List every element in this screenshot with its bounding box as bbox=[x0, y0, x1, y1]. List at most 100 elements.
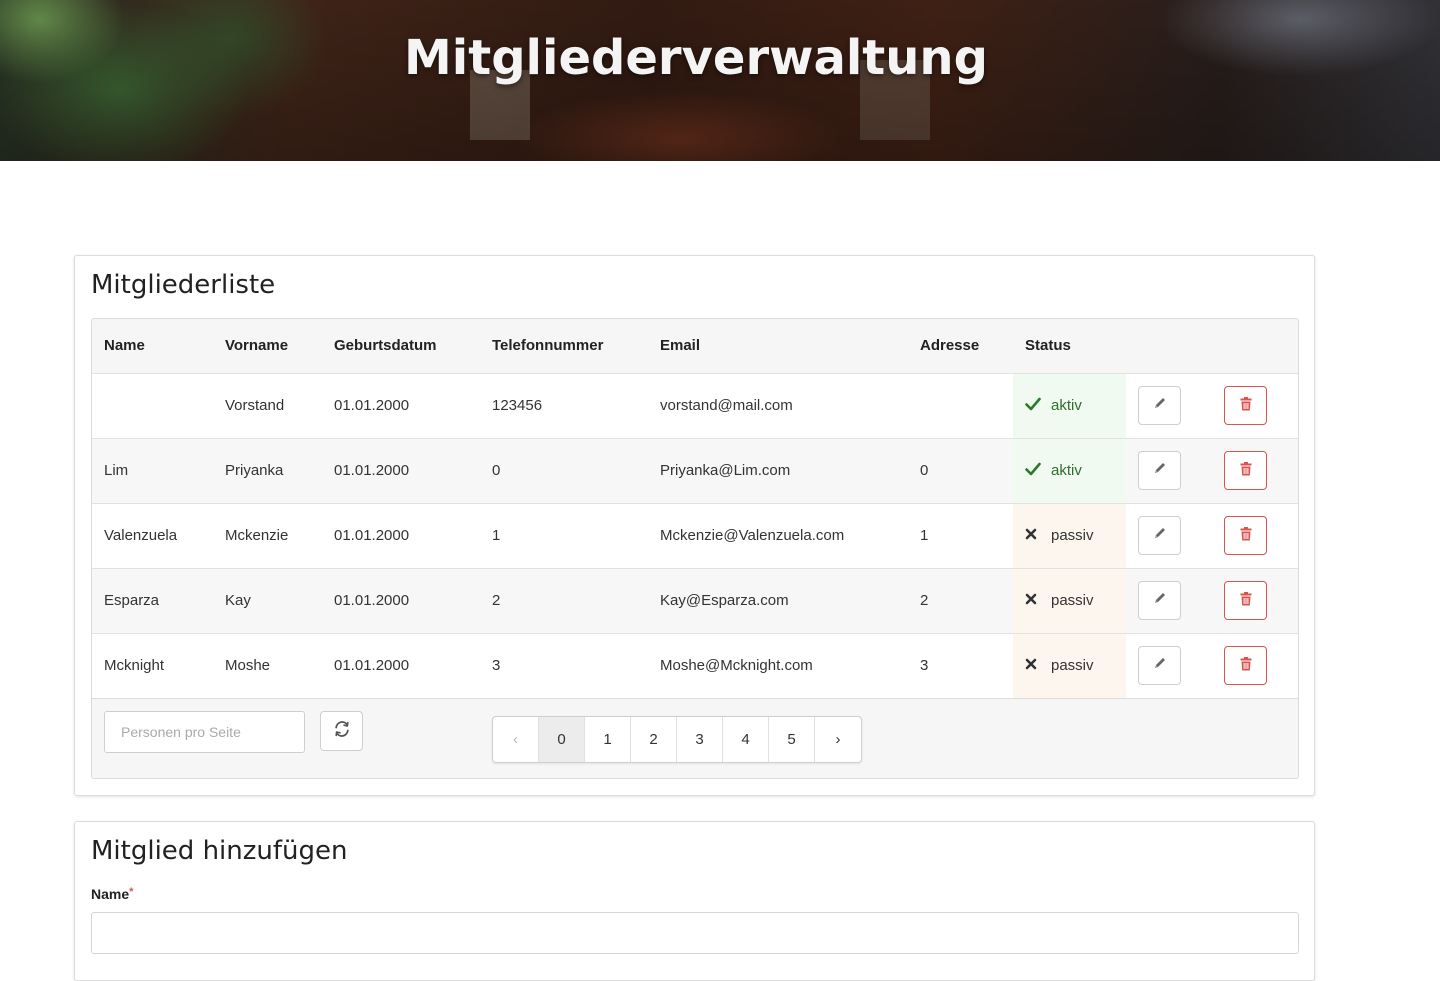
cell-vorname: Priyanka bbox=[225, 462, 284, 479]
pagination: ‹ 0 1 2 3 4 5 › bbox=[492, 716, 862, 763]
column-header-geburtsdatum[interactable]: Geburtsdatum bbox=[322, 319, 480, 373]
cell-telefon: 3 bbox=[492, 657, 501, 675]
column-header-vorname[interactable]: Vorname bbox=[213, 319, 322, 373]
cell-telefon: 2 bbox=[492, 592, 501, 609]
cell-status: aktiv bbox=[1013, 438, 1126, 503]
x-icon bbox=[1025, 657, 1043, 675]
column-header-delete bbox=[1212, 319, 1298, 373]
check-icon bbox=[1025, 460, 1043, 481]
trash-icon bbox=[1240, 656, 1252, 675]
column-header-telefonnummer[interactable]: Telefonnummer bbox=[480, 319, 648, 373]
pencil-icon bbox=[1153, 461, 1167, 480]
edit-button[interactable] bbox=[1138, 451, 1181, 490]
add-member-title: Mitglied hinzufügen bbox=[91, 836, 348, 866]
pagination-page-4[interactable]: 4 bbox=[723, 717, 769, 762]
delete-button[interactable] bbox=[1224, 451, 1267, 490]
cell-adresse: 1 bbox=[920, 527, 929, 544]
cell-adresse: 3 bbox=[920, 657, 929, 675]
member-list-title: Mitgliederliste bbox=[91, 270, 276, 300]
pencil-icon bbox=[1153, 656, 1167, 675]
cell-telefon: 123456 bbox=[492, 397, 543, 414]
cell-vorname: Moshe bbox=[225, 657, 271, 675]
status-text: aktiv bbox=[1051, 397, 1082, 414]
cell-vorname: Kay bbox=[225, 592, 251, 609]
trash-icon bbox=[1240, 591, 1252, 610]
pagination-page-1[interactable]: 1 bbox=[585, 717, 631, 762]
member-list-card: Mitgliederliste Name Vorname Geburtsdatu… bbox=[74, 255, 1315, 796]
cell-name: Lim bbox=[104, 462, 129, 479]
column-header-adresse[interactable]: Adresse bbox=[908, 319, 1013, 373]
status-badge: passiv bbox=[1025, 592, 1126, 610]
status-text: aktiv bbox=[1051, 462, 1082, 479]
cell-adresse: 2 bbox=[920, 592, 929, 609]
status-text: passiv bbox=[1051, 527, 1094, 544]
cell-status: passiv bbox=[1013, 568, 1126, 633]
cell-email: Mckenzie@Valenzuela.com bbox=[660, 527, 845, 544]
table-row: Esparza Kay 01.01.2000 2 Kay@Esparza.com 2 pas… bbox=[92, 568, 1298, 633]
status-badge: aktiv bbox=[1025, 460, 1126, 481]
cell-delete bbox=[1212, 373, 1298, 438]
delete-button[interactable] bbox=[1224, 646, 1267, 686]
name-input[interactable] bbox=[91, 912, 1299, 954]
cell-delete bbox=[1212, 568, 1298, 633]
table-row: Valenzuela Mckenzie 01.01.2000 1 Mckenzie@Va… bbox=[92, 503, 1298, 568]
pagination-page-3[interactable]: 3 bbox=[677, 717, 723, 762]
add-member-card: Mitglied hinzufügen Name* bbox=[74, 821, 1315, 981]
cell-geburtsdatum: 01.01.2000 bbox=[334, 527, 410, 544]
pencil-icon bbox=[1153, 396, 1167, 415]
refresh-button[interactable] bbox=[320, 711, 363, 751]
status-text: passiv bbox=[1051, 657, 1094, 675]
cell-name: Esparza bbox=[104, 592, 160, 609]
cell-telefon: 0 bbox=[492, 462, 501, 479]
name-label: Name* bbox=[91, 886, 133, 902]
refresh-icon bbox=[334, 720, 350, 742]
edit-button[interactable] bbox=[1138, 581, 1181, 620]
required-marker: * bbox=[129, 886, 134, 898]
delete-button[interactable] bbox=[1224, 516, 1267, 555]
cell-email: Kay@Esparza.com bbox=[660, 592, 789, 609]
name-label-text: Name bbox=[91, 886, 130, 902]
cell-name: Mcknight bbox=[104, 657, 165, 675]
cell-edit bbox=[1126, 438, 1212, 503]
pencil-icon bbox=[1153, 526, 1167, 545]
column-header-name[interactable]: Name bbox=[92, 319, 213, 373]
cell-status: passiv bbox=[1013, 633, 1126, 698]
cell-telefon: 1 bbox=[492, 527, 501, 544]
trash-icon bbox=[1240, 526, 1252, 545]
persons-per-page-input[interactable] bbox=[104, 711, 305, 753]
cell-name bbox=[92, 373, 213, 438]
member-table-body: Vorstand 01.01.2000 123456 vorstand@mail.co… bbox=[92, 373, 1298, 698]
column-header-status[interactable]: Status bbox=[1013, 319, 1126, 373]
cell-email: Priyanka@Lim.com bbox=[660, 462, 791, 479]
cell-email: Moshe@Mcknight.com bbox=[660, 657, 813, 675]
cell-geburtsdatum: 01.01.2000 bbox=[334, 462, 410, 479]
cell-geburtsdatum: 01.01.2000 bbox=[334, 397, 410, 414]
pagination-prev-button[interactable]: ‹ bbox=[493, 717, 539, 762]
cell-adresse: 0 bbox=[920, 462, 929, 479]
cell-vorname: Vorstand bbox=[225, 397, 285, 414]
edit-button[interactable] bbox=[1138, 386, 1181, 425]
trash-icon bbox=[1240, 461, 1252, 480]
table-row: Vorstand 01.01.2000 123456 vorstand@mail.co… bbox=[92, 373, 1298, 438]
check-icon bbox=[1025, 395, 1043, 416]
edit-button[interactable] bbox=[1138, 646, 1181, 686]
cell-name: Valenzuela bbox=[104, 527, 178, 544]
table-row: Mcknight Moshe 01.01.2000 3 Moshe@Mcknight.c… bbox=[92, 633, 1298, 698]
pagination-page-0[interactable]: 0 bbox=[539, 717, 585, 762]
pagination-page-5[interactable]: 5 bbox=[769, 717, 815, 762]
delete-button[interactable] bbox=[1224, 581, 1267, 620]
pagination-next-button[interactable]: › bbox=[815, 717, 861, 762]
table-footer: ‹012345› bbox=[92, 698, 1298, 778]
cell-delete bbox=[1212, 633, 1298, 698]
x-icon bbox=[1025, 592, 1043, 610]
cell-status: aktiv bbox=[1013, 373, 1126, 438]
pagination-page-2[interactable]: 2 bbox=[631, 717, 677, 762]
cell-edit bbox=[1126, 373, 1212, 438]
edit-button[interactable] bbox=[1138, 516, 1181, 555]
cell-delete bbox=[1212, 503, 1298, 568]
status-badge: aktiv bbox=[1025, 395, 1126, 416]
cell-geburtsdatum: 01.01.2000 bbox=[334, 592, 410, 609]
column-header-email[interactable]: Email bbox=[648, 319, 908, 373]
member-table-container: Name Vorname Geburtsdatum Telefonnummer … bbox=[91, 318, 1299, 779]
delete-button[interactable] bbox=[1224, 386, 1267, 425]
